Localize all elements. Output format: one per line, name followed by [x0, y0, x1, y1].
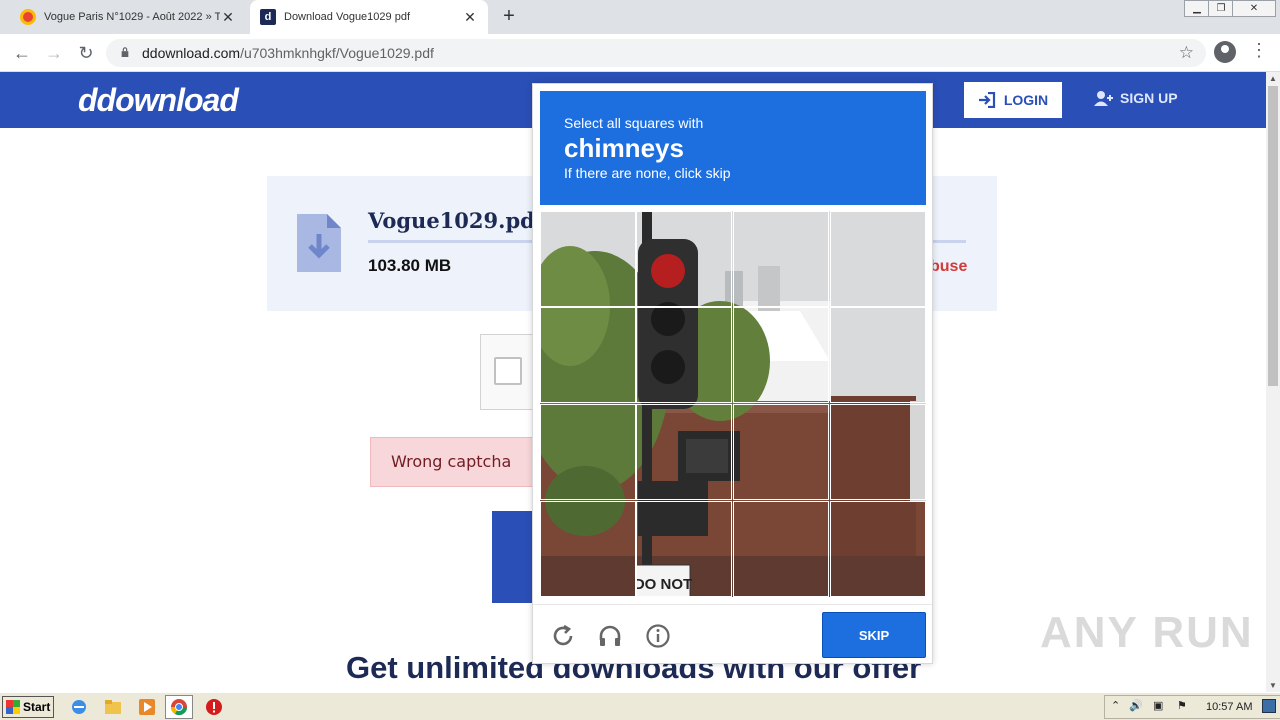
address-bar[interactable]: ddownload.com/u703hmknhgkf/Vogue1029.pdf…: [106, 39, 1206, 67]
tab-download[interactable]: d Download Vogue1029 pdf ✕: [250, 0, 488, 34]
challenge-image-grid: DO NOT: [540, 211, 926, 597]
scroll-up-icon[interactable]: ▲: [1269, 74, 1277, 83]
bookmark-star-icon[interactable]: ☆: [1179, 43, 1194, 63]
prompt-instruction: Select all squares with: [564, 115, 704, 131]
grid-tile[interactable]: [540, 307, 636, 403]
add-user-icon: [1094, 91, 1113, 106]
grid-tile[interactable]: [636, 211, 732, 307]
profile-avatar-icon[interactable]: [1214, 41, 1236, 63]
close-window-button[interactable]: ✕: [1232, 0, 1276, 17]
tab-title: Download Vogue1029 pdf: [284, 11, 410, 23]
screen: Vogue Paris N°1029 - Août 2022 » Té ✕ d …: [0, 0, 1280, 720]
challenge-prompt: Select all squares with chimneys If ther…: [540, 91, 926, 205]
start-button[interactable]: Start: [2, 696, 54, 718]
scroll-down-icon[interactable]: ▼: [1269, 681, 1277, 690]
firefox-favicon-icon: [20, 9, 36, 25]
internet-explorer-icon[interactable]: [70, 698, 88, 716]
login-icon: [978, 92, 995, 108]
skip-button[interactable]: SKIP: [822, 612, 926, 658]
close-tab-icon[interactable]: ✕: [462, 9, 478, 26]
tab-title: Vogue Paris N°1029 - Août 2022 » Té: [44, 11, 220, 23]
grid-tile[interactable]: [830, 404, 926, 500]
info-icon[interactable]: [645, 623, 671, 649]
clock[interactable]: 10:57 AM: [1206, 701, 1252, 713]
anyrun-watermark: ANY RUN: [1040, 608, 1254, 657]
grid-tile[interactable]: [733, 211, 829, 307]
file-size: 103.80 MB: [368, 256, 452, 275]
restore-button[interactable]: ❐: [1208, 0, 1234, 17]
chrome-taskbar-button[interactable]: [165, 695, 193, 719]
grid-tile[interactable]: [830, 211, 926, 307]
grid-tile[interactable]: [733, 404, 829, 500]
url-path: /u703hmknhgkf/Vogue1029.pdf: [240, 45, 434, 61]
error-alert: Wrong captcha: [370, 437, 540, 487]
scrollbar-thumb[interactable]: [1268, 86, 1278, 386]
reload-icon[interactable]: ↻: [74, 41, 98, 65]
login-label: LOGIN: [1003, 92, 1049, 108]
stop-warning-icon[interactable]: [205, 698, 223, 716]
new-tab-button[interactable]: +: [498, 5, 520, 27]
back-icon[interactable]: ←: [10, 41, 34, 65]
grid-tile[interactable]: [636, 404, 732, 500]
url-text: ddownload.com/u703hmknhgkf/Vogue1029.pdf: [142, 45, 434, 61]
site-logo[interactable]: ddownload: [78, 82, 239, 119]
url-host: ddownload.com: [142, 45, 241, 61]
windows-logo-icon: [6, 700, 20, 714]
login-button[interactable]: LOGIN: [964, 82, 1062, 118]
prompt-hint: If there are none, click skip: [564, 165, 731, 181]
grid-tile[interactable]: [733, 501, 829, 597]
network-icon[interactable]: ▣: [1153, 699, 1163, 712]
tab-strip: Vogue Paris N°1029 - Août 2022 » Té ✕ d …: [0, 0, 1280, 34]
forward-icon[interactable]: →: [42, 41, 66, 65]
grid-tile[interactable]: [830, 307, 926, 403]
file-name: Vogue1029.pdf: [368, 208, 544, 233]
file-download-icon: [297, 214, 341, 272]
system-tray: ⌃ 🔊 ▣ ⚑: [1104, 695, 1280, 719]
lock-icon: [121, 47, 129, 57]
minimize-button[interactable]: ▁: [1184, 0, 1210, 17]
signup-button[interactable]: SIGN UP: [1094, 90, 1178, 106]
menu-kebab-icon[interactable]: ⋮: [1250, 40, 1268, 61]
media-player-icon[interactable]: [138, 698, 156, 716]
file-explorer-icon[interactable]: [104, 698, 122, 716]
grid-tile[interactable]: [733, 307, 829, 403]
close-tab-icon[interactable]: ✕: [220, 9, 236, 26]
show-desktop-icon[interactable]: [1262, 699, 1276, 713]
challenge-footer: SKIP: [533, 604, 932, 664]
page-scrollbar[interactable]: ▲ ▼: [1266, 72, 1280, 692]
windows-taskbar: Start ⌃ 🔊 ▣ ⚑ 10:57 AM: [0, 692, 1280, 720]
report-abuse-link[interactable]: buse: [930, 258, 967, 276]
hcaptcha-challenge: Select all squares with chimneys If ther…: [532, 83, 933, 664]
captcha-widget: [480, 334, 540, 410]
refresh-icon[interactable]: [550, 623, 576, 649]
start-label: Start: [23, 700, 51, 714]
chrome-icon: [170, 699, 188, 716]
signup-label: SIGN UP: [1120, 90, 1178, 106]
audio-headphones-icon[interactable]: [597, 623, 623, 649]
grid-tile[interactable]: [540, 501, 636, 597]
browser-toolbar: ← → ↻ ddownload.com/u703hmknhgkf/Vogue10…: [0, 34, 1280, 72]
volume-icon[interactable]: 🔊: [1129, 699, 1143, 712]
grid-tile[interactable]: [636, 307, 732, 403]
tab-vogue[interactable]: Vogue Paris N°1029 - Août 2022 » Té ✕: [10, 0, 246, 34]
show-hidden-icons-icon[interactable]: ⌃: [1111, 699, 1120, 712]
grid-tile[interactable]: [830, 501, 926, 597]
ddownload-favicon-icon: d: [260, 9, 276, 25]
grid-tile[interactable]: [636, 501, 732, 597]
captcha-checkbox[interactable]: [494, 357, 522, 385]
grid-tile[interactable]: [540, 404, 636, 500]
grid-tile[interactable]: [540, 211, 636, 307]
action-center-flag-icon[interactable]: ⚑: [1177, 699, 1187, 712]
prompt-target: chimneys: [564, 133, 684, 163]
